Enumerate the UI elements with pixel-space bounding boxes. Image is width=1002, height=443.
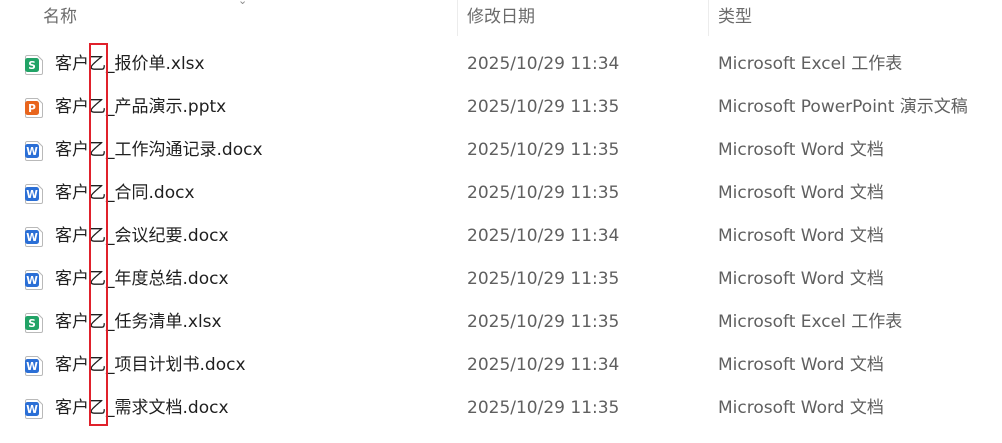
- file-row[interactable]: S 客户乙_任务清单.xlsx 2025/10/29 11:35 Microso…: [0, 301, 1002, 344]
- word-file-icon: W: [25, 141, 43, 161]
- file-name: 客户乙_需求文档.docx: [55, 397, 229, 419]
- file-name: 客户乙_工作沟通记录.docx: [55, 139, 263, 161]
- file-name-prefix: 客户: [55, 140, 89, 160]
- svg-text:P: P: [28, 103, 36, 115]
- file-name-highlighted-char: 乙: [89, 54, 106, 74]
- file-name: 客户乙_项目计划书.docx: [55, 354, 246, 376]
- svg-text:W: W: [26, 146, 38, 158]
- file-date: 2025/10/29 11:35: [467, 398, 620, 418]
- file-date: 2025/10/29 11:35: [467, 312, 620, 332]
- file-name-suffix: _年度总结.docx: [106, 269, 229, 289]
- svg-text:S: S: [28, 318, 36, 330]
- file-name-suffix: _合同.docx: [106, 183, 195, 203]
- file-name-prefix: 客户: [55, 226, 89, 246]
- file-date: 2025/10/29 11:35: [467, 97, 620, 117]
- word-file-icon: W: [25, 399, 43, 419]
- file-name-prefix: 客户: [55, 97, 89, 117]
- file-type: Microsoft Word 文档: [718, 183, 884, 203]
- file-name-suffix: _任务清单.xlsx: [106, 312, 222, 332]
- word-file-icon: W: [25, 356, 43, 376]
- excel-file-icon: S: [25, 55, 43, 75]
- file-type: Microsoft Word 文档: [718, 355, 884, 375]
- file-name-suffix: _报价单.xlsx: [106, 54, 205, 74]
- svg-text:W: W: [26, 404, 38, 416]
- svg-text:S: S: [28, 60, 36, 72]
- file-name-highlighted-char: 乙: [89, 312, 106, 332]
- svg-text:W: W: [26, 232, 38, 244]
- file-name-suffix: _项目计划书.docx: [106, 355, 246, 375]
- file-row[interactable]: W 客户乙_合同.docx 2025/10/29 11:35 Microsoft…: [0, 172, 1002, 215]
- word-file-icon: W: [25, 270, 43, 290]
- sort-chevron-icon[interactable]: ⌄: [238, 0, 247, 7]
- file-row[interactable]: S 客户乙_报价单.xlsx 2025/10/29 11:34 Microsof…: [0, 43, 1002, 86]
- file-name-prefix: 客户: [55, 269, 89, 289]
- file-row[interactable]: W 客户乙_工作沟通记录.docx 2025/10/29 11:35 Micro…: [0, 129, 1002, 172]
- file-name-highlighted-char: 乙: [89, 97, 106, 117]
- file-name: 客户乙_任务清单.xlsx: [55, 311, 222, 333]
- file-name: 客户乙_产品演示.pptx: [55, 96, 226, 118]
- file-name-highlighted-char: 乙: [89, 226, 106, 246]
- file-row[interactable]: W 客户乙_会议纪要.docx 2025/10/29 11:34 Microso…: [0, 215, 1002, 258]
- file-row[interactable]: P 客户乙_产品演示.pptx 2025/10/29 11:35 Microso…: [0, 86, 1002, 129]
- file-name-highlighted-char: 乙: [89, 183, 106, 203]
- word-file-icon: W: [25, 184, 43, 204]
- file-name-highlighted-char: 乙: [89, 355, 106, 375]
- file-name-highlighted-char: 乙: [89, 269, 106, 289]
- file-name-prefix: 客户: [55, 355, 89, 375]
- file-date: 2025/10/29 11:35: [467, 140, 620, 160]
- word-file-icon: W: [25, 227, 43, 247]
- file-name-highlighted-char: 乙: [89, 398, 106, 418]
- file-name-suffix: _工作沟通记录.docx: [106, 140, 263, 160]
- file-name-prefix: 客户: [55, 183, 89, 203]
- column-divider[interactable]: [708, 0, 709, 36]
- file-name: 客户乙_合同.docx: [55, 182, 195, 204]
- column-header-name[interactable]: 名称: [43, 6, 77, 28]
- file-type: Microsoft Word 文档: [718, 269, 884, 289]
- file-type: Microsoft Word 文档: [718, 226, 884, 246]
- file-date: 2025/10/29 11:34: [467, 355, 620, 375]
- file-name-prefix: 客户: [55, 398, 89, 418]
- file-name: 客户乙_会议纪要.docx: [55, 225, 229, 247]
- column-header-bar: ⌄ 名称 修改日期 类型: [0, 0, 1002, 36]
- file-list: S 客户乙_报价单.xlsx 2025/10/29 11:34 Microsof…: [0, 43, 1002, 430]
- file-name: 客户乙_年度总结.docx: [55, 268, 229, 290]
- file-row[interactable]: W 客户乙_项目计划书.docx 2025/10/29 11:34 Micros…: [0, 344, 1002, 387]
- file-date: 2025/10/29 11:35: [467, 183, 620, 203]
- svg-text:W: W: [26, 189, 38, 201]
- column-header-type[interactable]: 类型: [718, 6, 752, 28]
- file-type: Microsoft Excel 工作表: [718, 312, 903, 332]
- file-name-highlighted-char: 乙: [89, 140, 106, 160]
- file-name: 客户乙_报价单.xlsx: [55, 53, 205, 75]
- powerpoint-file-icon: P: [25, 98, 43, 118]
- file-name-suffix: _产品演示.pptx: [106, 97, 227, 117]
- file-name-prefix: 客户: [55, 54, 89, 74]
- file-type: Microsoft Word 文档: [718, 140, 884, 160]
- column-divider[interactable]: [457, 0, 458, 36]
- file-date: 2025/10/29 11:34: [467, 226, 620, 246]
- file-name-suffix: _需求文档.docx: [106, 398, 229, 418]
- column-header-date[interactable]: 修改日期: [467, 6, 535, 28]
- file-date: 2025/10/29 11:35: [467, 269, 620, 289]
- file-type: Microsoft Word 文档: [718, 398, 884, 418]
- svg-text:W: W: [26, 361, 38, 373]
- file-type: Microsoft Excel 工作表: [718, 54, 903, 74]
- file-name-prefix: 客户: [55, 312, 89, 332]
- file-type: Microsoft PowerPoint 演示文稿: [718, 97, 968, 117]
- excel-file-icon: S: [25, 313, 43, 333]
- file-name-suffix: _会议纪要.docx: [106, 226, 229, 246]
- file-row[interactable]: W 客户乙_需求文档.docx 2025/10/29 11:35 Microso…: [0, 387, 1002, 430]
- svg-text:W: W: [26, 275, 38, 287]
- file-row[interactable]: W 客户乙_年度总结.docx 2025/10/29 11:35 Microso…: [0, 258, 1002, 301]
- file-date: 2025/10/29 11:34: [467, 54, 620, 74]
